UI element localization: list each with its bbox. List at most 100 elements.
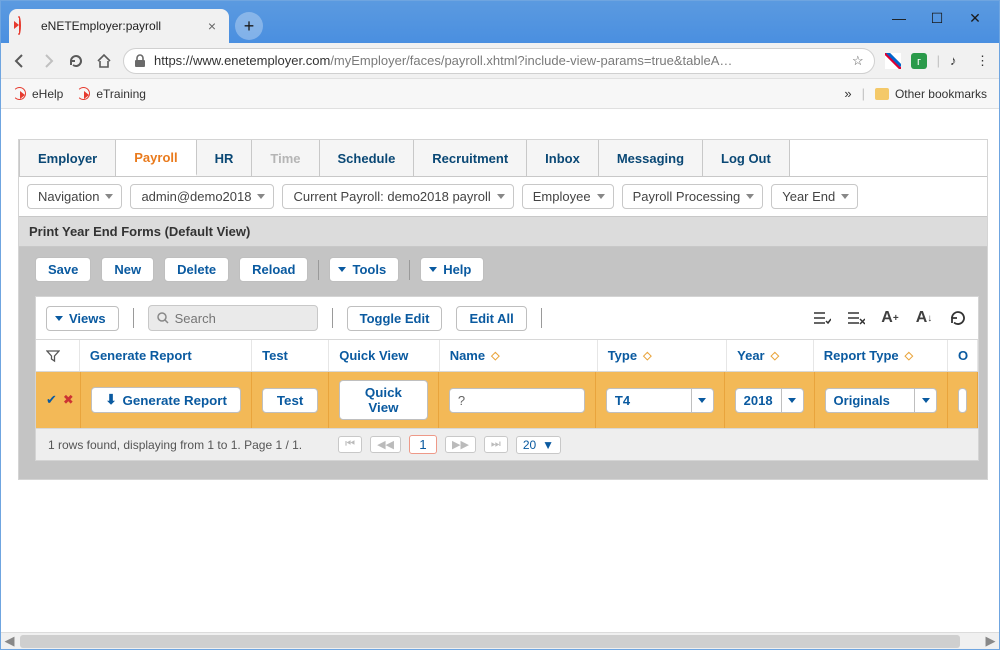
refresh-icon[interactable] xyxy=(948,308,968,328)
tab-hr[interactable]: HR xyxy=(197,140,253,176)
caret-down-icon xyxy=(105,194,113,199)
reload-button[interactable]: Reload xyxy=(239,257,308,282)
col-label: O xyxy=(958,348,968,363)
dd-processing[interactable]: Payroll Processing xyxy=(622,184,764,209)
menu-icon[interactable]: ⋮ xyxy=(976,53,989,69)
tab-schedule[interactable]: Schedule xyxy=(320,140,415,176)
back-icon[interactable] xyxy=(11,52,29,70)
col-generate[interactable]: Generate Report xyxy=(80,340,252,371)
caret-down-icon xyxy=(781,389,803,412)
save-button[interactable]: Save xyxy=(35,257,91,282)
pager-prev-icon: ◀◀ xyxy=(370,436,401,453)
table-tool-icons: A+ A↓ xyxy=(812,308,968,328)
overflow-icon[interactable]: » xyxy=(844,86,851,101)
tools-button[interactable]: Tools xyxy=(329,257,399,282)
search-input[interactable] xyxy=(148,305,318,331)
sort-icon: ◇ xyxy=(905,349,913,362)
quick-view-button[interactable]: Quick View xyxy=(339,380,428,420)
dd-navigation[interactable]: Navigation xyxy=(27,184,122,209)
download-icon: ⬇ xyxy=(105,392,116,408)
col-year[interactable]: Year◇ xyxy=(727,340,814,371)
select-value: P xyxy=(959,389,967,412)
cell-type: T4 xyxy=(596,372,725,428)
font-decrease-icon[interactable]: A↓ xyxy=(914,308,934,328)
delete-button[interactable]: Delete xyxy=(164,257,229,282)
year-select[interactable]: 2018 xyxy=(735,388,804,413)
list-x-icon[interactable] xyxy=(846,308,866,328)
reload-icon[interactable] xyxy=(67,52,85,70)
generate-report-button[interactable]: ⬇Generate Report xyxy=(91,387,241,413)
scroll-left-icon[interactable]: ◀ xyxy=(1,633,18,649)
new-button[interactable]: New xyxy=(101,257,154,282)
new-tab-button[interactable]: + xyxy=(235,12,263,40)
tab-messaging[interactable]: Messaging xyxy=(599,140,703,176)
report-type-select[interactable]: Originals xyxy=(825,388,937,413)
bookmark-etraining[interactable]: eTraining xyxy=(77,87,146,101)
help-button[interactable]: Help xyxy=(420,257,484,282)
test-button[interactable]: Test xyxy=(262,388,318,413)
omnibox[interactable]: https://www.enetemployer.com/myEmployer/… xyxy=(123,48,875,74)
browser-tab[interactable]: eNETEmployer:payroll × xyxy=(9,9,229,43)
tab-recruitment[interactable]: Recruitment xyxy=(414,140,527,176)
pager-summary: 1 rows found, displaying from 1 to 1. Pa… xyxy=(48,438,302,452)
list-check-icon[interactable] xyxy=(812,308,832,328)
extension-icons: г | ♪ ⋮ xyxy=(885,53,989,69)
scroll-thumb[interactable] xyxy=(20,635,960,648)
dd-admin[interactable]: admin@demo2018 xyxy=(130,184,274,209)
col-quick[interactable]: Quick View xyxy=(329,340,439,371)
check-icon[interactable]: ✔ xyxy=(46,392,57,408)
extension-icon[interactable] xyxy=(885,53,901,69)
filter-header[interactable] xyxy=(36,340,80,371)
extension-music-icon[interactable]: ♪ xyxy=(950,53,966,69)
col-name[interactable]: Name◇ xyxy=(440,340,598,371)
horizontal-scrollbar[interactable]: ◀ ▶ xyxy=(1,632,999,649)
minimize-icon[interactable]: — xyxy=(889,10,909,27)
bookmark-ehelp[interactable]: eHelp xyxy=(13,87,63,101)
pager-page-input[interactable] xyxy=(409,435,437,454)
star-icon[interactable]: ☆ xyxy=(852,53,864,69)
tab-payroll[interactable]: Payroll xyxy=(116,140,196,176)
tab-title: eNETEmployer:payroll xyxy=(41,19,197,33)
filter-icon xyxy=(46,349,60,363)
dd-current-payroll[interactable]: Current Payroll: demo2018 payroll xyxy=(282,184,513,209)
dd-label: Current Payroll: demo2018 payroll xyxy=(293,189,490,204)
close-icon[interactable]: ✕ xyxy=(965,10,985,27)
col-label: Name xyxy=(450,348,485,363)
home-icon[interactable] xyxy=(95,52,113,70)
type-select[interactable]: T4 xyxy=(606,388,714,413)
col-report-type[interactable]: Report Type◇ xyxy=(814,340,948,371)
button-label: Quick View xyxy=(350,385,417,415)
cell-year: 2018 xyxy=(725,372,815,428)
font-increase-icon[interactable]: A+ xyxy=(880,308,900,328)
table-toolbar: Views Toggle Edit Edit All xyxy=(36,297,978,340)
bookmark-label: eHelp xyxy=(32,87,63,101)
dd-employee[interactable]: Employee xyxy=(522,184,614,209)
toggle-edit-button[interactable]: Toggle Edit xyxy=(347,306,443,331)
col-type[interactable]: Type◇ xyxy=(598,340,727,371)
select-value: T4 xyxy=(607,389,691,412)
col-overflow[interactable]: O xyxy=(948,340,978,371)
caret-down-icon xyxy=(914,389,936,412)
maximize-icon[interactable]: ☐ xyxy=(927,10,947,27)
scroll-right-icon[interactable]: ▶ xyxy=(982,633,999,649)
search-icon xyxy=(157,312,169,324)
x-icon[interactable]: ✖ xyxy=(63,392,74,408)
views-button[interactable]: Views xyxy=(46,306,119,331)
pager-pagesize[interactable]: 20▼ xyxy=(516,436,561,454)
extension-icon[interactable]: г xyxy=(911,53,927,69)
table-row: ✔✖ ⬇Generate Report Test Quick View xyxy=(36,372,978,428)
row-actions: ✔✖ xyxy=(36,372,81,428)
col-label: Type xyxy=(608,348,637,363)
tab-inbox[interactable]: Inbox xyxy=(527,140,599,176)
bookmark-other[interactable]: Other bookmarks xyxy=(875,87,987,101)
dd-yearend[interactable]: Year End xyxy=(771,184,858,209)
col-test[interactable]: Test xyxy=(252,340,329,371)
overflow-select[interactable]: P xyxy=(958,388,967,413)
tab-employer[interactable]: Employer xyxy=(19,140,116,176)
cell-report-type: Originals xyxy=(815,372,948,428)
name-field[interactable] xyxy=(449,388,585,413)
tab-close-icon[interactable]: × xyxy=(205,19,219,33)
edit-all-button[interactable]: Edit All xyxy=(456,306,526,331)
search-field[interactable] xyxy=(175,311,309,326)
tab-logout[interactable]: Log Out xyxy=(703,140,790,176)
